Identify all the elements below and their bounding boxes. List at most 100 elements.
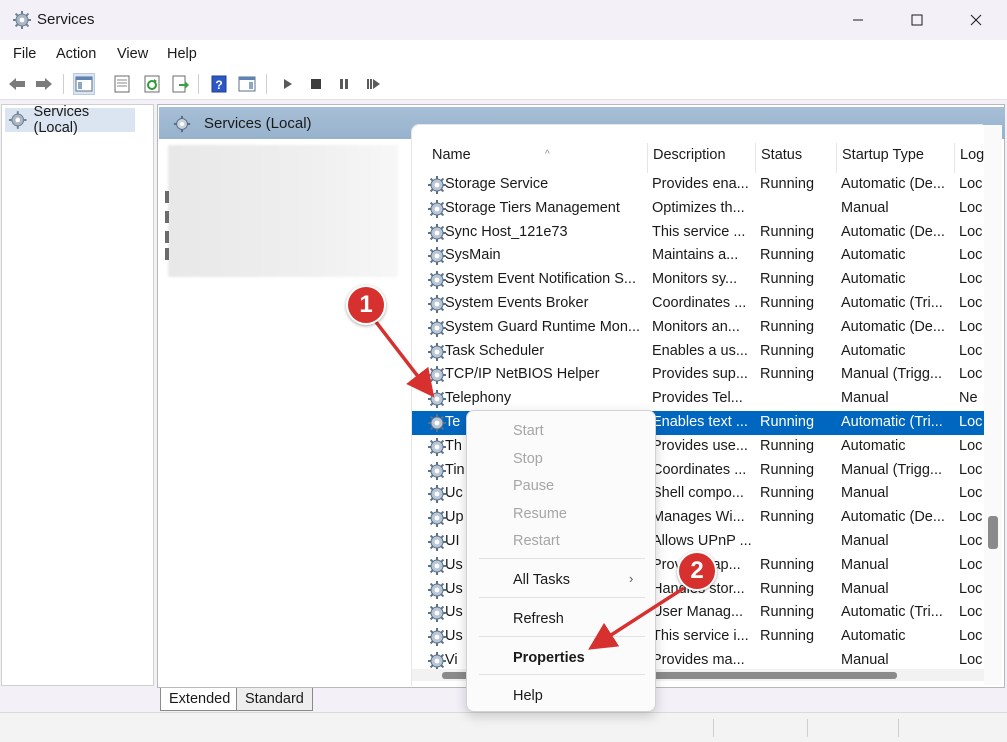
service-description-cell: Maintains a... xyxy=(652,247,739,264)
menu-item-pause[interactable]: Pause xyxy=(513,478,554,494)
table-row[interactable]: SysMain Maintains a... Running Automatic Loc xyxy=(412,244,984,268)
maximize-button[interactable] xyxy=(894,0,940,40)
show-action-pane-button[interactable] xyxy=(236,73,258,95)
service-name-cell: Storage Tiers Management xyxy=(445,199,620,216)
annotation-badge-1: 1 xyxy=(346,285,386,325)
service-startup-type-cell: Manual xyxy=(841,199,889,216)
service-description-cell: Optimizes th... xyxy=(652,199,745,216)
minimize-button[interactable] xyxy=(835,0,881,40)
service-log-on-cell: Loc xyxy=(959,342,983,359)
menu-item-restart[interactable]: Restart xyxy=(513,533,560,549)
export-list-button[interactable] xyxy=(169,73,191,95)
table-row[interactable]: Telephony Provides Tel... Manual Ne xyxy=(412,387,984,411)
column-header-log-on-as[interactable]: Log xyxy=(955,143,984,173)
service-log-on-cell: Loc xyxy=(959,223,983,240)
forward-arrow-icon xyxy=(36,78,52,90)
service-status-cell: Running xyxy=(760,414,815,430)
menu-item-all-tasks[interactable]: All Tasks xyxy=(513,572,570,588)
status-bar xyxy=(0,712,1007,742)
service-description-cell: Enables text ... xyxy=(652,414,748,430)
blurred-text-mark xyxy=(165,248,169,260)
restart-service-button[interactable] xyxy=(362,73,384,95)
table-row[interactable]: System Events Broker Coordinates ... Runni… xyxy=(412,292,984,316)
column-header-status[interactable]: Status xyxy=(756,143,837,173)
service-description-area xyxy=(168,145,398,277)
refresh-icon xyxy=(144,75,160,93)
service-startup-type-cell: Automatic xyxy=(841,271,906,288)
column-header-label: Startup Type xyxy=(842,147,924,163)
service-name-cell: Sync Host_121e73 xyxy=(445,223,568,240)
column-header-label: Log xyxy=(960,147,984,163)
column-header-startup-type[interactable]: Startup Type xyxy=(837,143,955,173)
back-button[interactable] xyxy=(6,73,28,95)
service-gear-icon xyxy=(428,318,446,337)
table-row[interactable]: Storage Service Provides ena... Running Aut… xyxy=(412,173,984,197)
service-log-on-cell: Loc xyxy=(959,509,983,526)
service-status-cell: Running xyxy=(760,604,815,621)
service-status-cell: Running xyxy=(760,342,815,359)
service-log-on-cell: Loc xyxy=(959,295,983,311)
menu-action[interactable]: Action xyxy=(56,46,96,62)
menu-item-start[interactable]: Start xyxy=(513,423,544,439)
refresh-button[interactable] xyxy=(141,73,163,95)
service-description-cell: Enables a us... xyxy=(652,342,748,359)
service-gear-icon xyxy=(428,461,446,480)
stop-service-button[interactable] xyxy=(305,73,327,95)
menu-separator xyxy=(479,674,645,675)
column-header-name[interactable]: Name ^ xyxy=(427,143,648,173)
table-row[interactable]: TCP/IP NetBIOS Helper Provides sup... Runn… xyxy=(412,363,984,387)
show-action-pane-icon xyxy=(238,76,256,92)
menu-file[interactable]: File xyxy=(13,46,36,62)
service-name-cell: SysMain xyxy=(445,247,501,264)
close-button[interactable] xyxy=(953,0,999,40)
service-startup-type-cell: Automatic (De... xyxy=(841,318,945,335)
tab-standard[interactable]: Standard xyxy=(236,688,313,711)
service-startup-type-cell: Manual xyxy=(841,556,889,573)
title-bar: Services xyxy=(0,0,1007,40)
service-gear-icon xyxy=(428,580,446,599)
table-row[interactable]: System Guard Runtime Mon... Monitors an..… xyxy=(412,316,984,340)
table-row[interactable]: System Event Notification S... Monitors s… xyxy=(412,268,984,292)
column-header-label: Description xyxy=(653,147,726,163)
pause-service-button[interactable] xyxy=(333,73,355,95)
minimize-icon xyxy=(853,19,863,21)
console-tree: Services (Local) xyxy=(1,104,154,686)
menu-item-help[interactable]: Help xyxy=(513,688,543,704)
service-description-cell: Provides Tel... xyxy=(652,390,743,407)
service-status-cell: Running xyxy=(760,176,815,192)
vertical-scrollbar[interactable] xyxy=(984,125,1002,685)
column-header-description[interactable]: Description xyxy=(648,143,756,173)
properties-sheet-icon xyxy=(114,75,130,93)
menu-item-stop[interactable]: Stop xyxy=(513,451,543,467)
start-service-button[interactable] xyxy=(276,73,298,95)
help-button[interactable]: ? xyxy=(208,73,230,95)
menu-help[interactable]: Help xyxy=(167,46,197,62)
show-hide-console-tree-button[interactable] xyxy=(73,73,95,95)
menu-item-resume[interactable]: Resume xyxy=(513,506,567,522)
properties-sheet-button[interactable] xyxy=(111,73,133,95)
tree-item-services-local[interactable]: Services (Local) xyxy=(5,104,135,136)
menu-view[interactable]: View xyxy=(117,46,148,62)
service-log-on-cell: Loc xyxy=(959,461,983,478)
table-row[interactable]: Sync Host_121e73 This service ... Running A… xyxy=(412,221,984,245)
service-status-cell: Running xyxy=(760,485,815,502)
service-gear-icon xyxy=(428,176,446,194)
forward-button[interactable] xyxy=(33,73,55,95)
service-status-cell: Running xyxy=(760,366,815,383)
menu-item-properties[interactable]: Properties xyxy=(513,650,585,666)
tab-extended[interactable]: Extended xyxy=(160,688,240,711)
blurred-text-mark xyxy=(165,231,169,243)
table-row[interactable]: Storage Tiers Management Optimizes th... M… xyxy=(412,197,984,221)
pause-icon xyxy=(340,79,348,89)
service-gear-icon xyxy=(428,485,446,504)
vertical-scroll-thumb[interactable] xyxy=(988,516,998,549)
menu-item-refresh[interactable]: Refresh xyxy=(513,611,564,627)
service-description-cell: This service ... xyxy=(652,223,746,240)
table-row[interactable]: Task Scheduler Enables a us... Running Auto… xyxy=(412,340,984,364)
window-title: Services xyxy=(37,11,95,28)
service-gear-icon xyxy=(428,366,446,385)
service-startup-type-cell: Manual xyxy=(841,485,889,502)
service-description-cell: Monitors sy... xyxy=(652,271,738,288)
service-log-on-cell: Loc xyxy=(959,247,983,264)
service-status-cell: Running xyxy=(760,556,815,573)
